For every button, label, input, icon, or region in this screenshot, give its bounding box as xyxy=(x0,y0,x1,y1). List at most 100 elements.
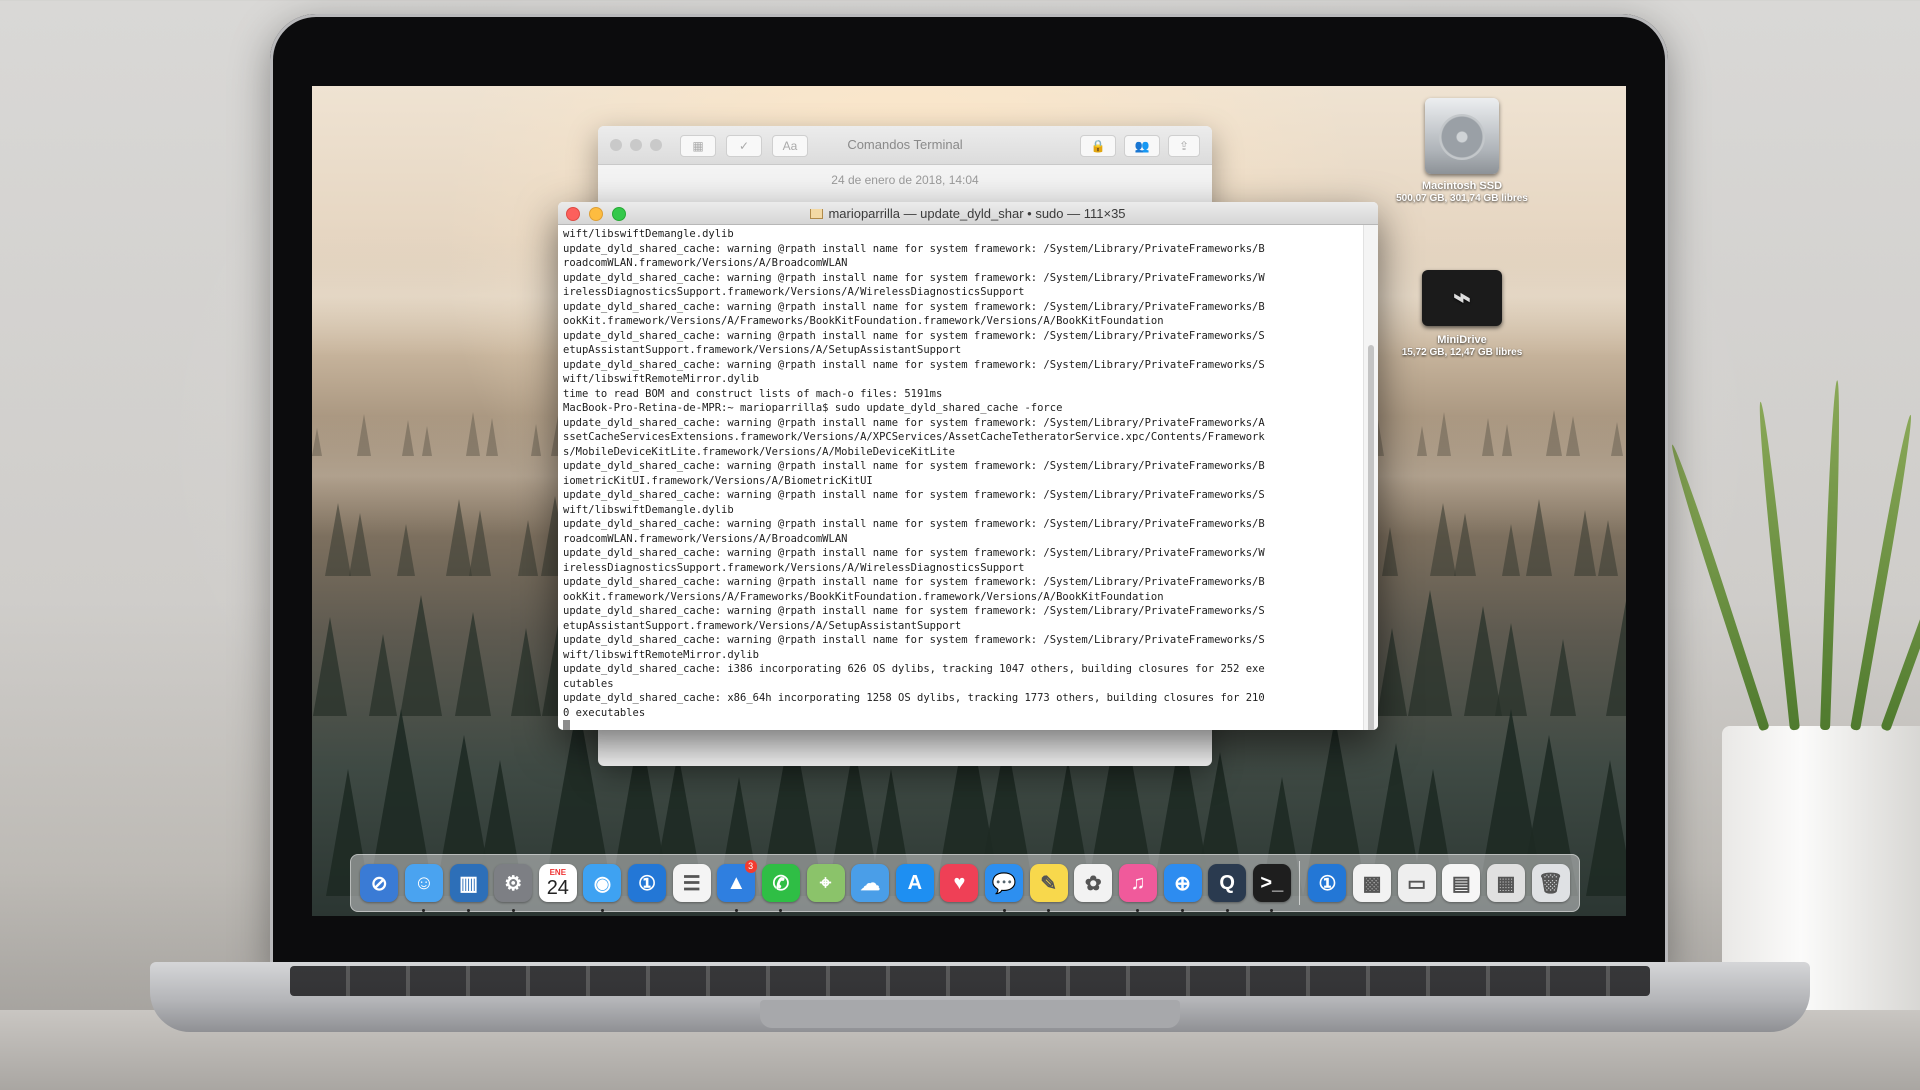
reminders-icon[interactable]: ☰ xyxy=(669,860,714,906)
finder-icon[interactable]: ☺ xyxy=(402,860,447,912)
terminal-line: wift/libswiftRemoteMirror.dylib xyxy=(563,373,759,385)
trash-icon[interactable]: 🗑 xyxy=(1528,860,1573,906)
terminal-line: update_dyld_shared_cache: warning @rpath… xyxy=(563,576,1265,588)
terminal-line: irelessDiagnosticsSupport.framework/Vers… xyxy=(563,561,1025,574)
istat-icon[interactable]: ▥ xyxy=(446,860,491,912)
add-people-button[interactable]: 👥 xyxy=(1124,135,1160,157)
maps-glyph: ⌖ xyxy=(806,864,845,902)
qr-code-icon[interactable]: ▩ xyxy=(1350,860,1395,906)
running-indicator xyxy=(734,909,738,912)
desktop-icon-minidrive[interactable]: ⌁ MiniDrive 15,72 GB, 12,47 GB libres xyxy=(1382,270,1542,358)
quicktime-icon[interactable]: Q xyxy=(1205,860,1250,912)
running-indicator xyxy=(1002,909,1006,912)
terminal-line: update_dyld_shared_cache: warning @rpath… xyxy=(563,271,1265,284)
trash-glyph: 🗑 xyxy=(1531,864,1570,902)
text-cursor xyxy=(563,720,570,730)
running-indicator xyxy=(1047,909,1051,912)
reminders-glyph: ☰ xyxy=(672,864,711,902)
tree xyxy=(399,595,442,716)
spark-mail-icon[interactable]: ▲ 3 xyxy=(714,860,759,912)
app-store-icon[interactable]: A xyxy=(893,860,938,906)
note-date: 24 de enero de 2018, 14:04 xyxy=(831,173,979,187)
terminal-title-text: marioparrilla — update_dyld_shar • sudo … xyxy=(828,206,1126,221)
tweetbot-icon[interactable]: ◉ xyxy=(580,860,625,912)
pocket-icon[interactable]: ♥ xyxy=(937,860,982,906)
1password-glyph: ① xyxy=(628,864,667,902)
desktop-icon-label: Macintosh SSD xyxy=(1421,180,1503,192)
1password-icon[interactable]: ① xyxy=(625,860,670,906)
maps-icon[interactable]: ⌖ xyxy=(803,860,848,906)
terminal-output[interactable]: wift/libswiftDemangle.dylib update_dyld_s… xyxy=(558,225,1364,730)
terminal-icon[interactable]: >_ xyxy=(1250,860,1295,912)
running-indicator xyxy=(1270,909,1274,912)
itunes-glyph: ♫ xyxy=(1118,864,1157,902)
tree xyxy=(531,424,542,456)
notes-titlebar[interactable]: ▦ ✓ Aa Comandos Terminal 🔒 👥 ⇪ xyxy=(598,126,1212,165)
whatsapp-icon[interactable]: ✆ xyxy=(759,860,804,912)
scanner-icon[interactable]: ▭ xyxy=(1394,860,1439,906)
tree xyxy=(348,513,371,576)
icloud-drive-icon[interactable]: ☁ xyxy=(848,860,893,906)
finder-glyph: ☺ xyxy=(404,864,443,902)
scanner-glyph: ▭ xyxy=(1397,864,1436,902)
lock-button[interactable]: 🔒 xyxy=(1080,135,1116,157)
itunes-icon[interactable]: ♫ xyxy=(1116,860,1161,912)
terminal-line: update_dyld_shared_cache: warning @rpath… xyxy=(563,518,1265,530)
notes-icon[interactable]: ✎ xyxy=(1026,860,1071,912)
tree xyxy=(1611,422,1624,456)
terminal-window[interactable]: marioparrilla — update_dyld_shar • sudo … xyxy=(558,202,1378,730)
scrollbar-thumb[interactable] xyxy=(1368,345,1374,730)
terminal-line: update_dyld_shared_cache: warning @rpath… xyxy=(563,242,1265,255)
terminal-line: roadcomWLAN.framework/Versions/A/Broadco… xyxy=(563,257,848,269)
messages-icon[interactable]: 💬 xyxy=(982,860,1027,912)
terminal-line: ssetCacheServicesExtensions.framework/Ve… xyxy=(563,431,1265,443)
terminal-line: wift/libswiftRemoteMirror.dylib xyxy=(563,648,759,661)
running-indicator xyxy=(1181,909,1185,912)
system-preferences-icon[interactable]: ⚙ xyxy=(491,860,536,912)
tree xyxy=(356,414,371,456)
terminal-title: marioparrilla — update_dyld_shar • sudo … xyxy=(558,206,1378,221)
downloads-stack-glyph: ▦ xyxy=(1486,864,1525,902)
terminal-line: roadcomWLAN.framework/Versions/A/Broadco… xyxy=(563,532,848,545)
tree xyxy=(1606,600,1626,716)
tree xyxy=(368,633,397,716)
terminal-titlebar[interactable]: marioparrilla — update_dyld_shar • sudo … xyxy=(558,202,1378,225)
desktop-icon-macintosh-ssd[interactable]: Macintosh SSD 500,07 GB, 301,74 GB libre… xyxy=(1382,98,1542,204)
safari-icon[interactable]: ⊕ xyxy=(1160,860,1205,912)
safari-stopwatch-icon[interactable]: ⊘ xyxy=(357,860,402,906)
tree xyxy=(421,426,432,456)
terminal-line: wift/libswiftDemangle.dylib xyxy=(563,503,734,516)
tree xyxy=(1430,502,1456,576)
running-indicator xyxy=(1136,909,1140,912)
terminal-line: update_dyld_shared_cache: x86_64h incorp… xyxy=(563,692,1265,704)
terminal-line: update_dyld_shared_cache: warning @rpath… xyxy=(563,634,1265,646)
terminal-line: update_dyld_shared_cache: warning @rpath… xyxy=(563,329,1265,342)
terminal-line: update_dyld_shared_cache: warning @rpath… xyxy=(563,605,1265,617)
running-indicator xyxy=(779,909,783,912)
terminal-line: update_dyld_shared_cache: warning @rpath… xyxy=(563,358,1265,371)
tree xyxy=(1481,418,1494,456)
photos-icon[interactable]: ✿ xyxy=(1071,860,1116,906)
terminal-line: update_dyld_shared_cache: warning @rpath… xyxy=(563,460,1265,472)
system-preferences-glyph: ⚙ xyxy=(494,864,533,902)
tree xyxy=(1436,412,1451,456)
share-button[interactable]: ⇪ xyxy=(1168,135,1200,157)
dock: ⊘ ☺ ▥ ⚙ ENE 24 ◉ ① ☰ ▲ 3 ✆ ⌖ ☁ A ♥ 💬 ✎ ✿ ♫ ⊕ Q >_ ① ▩ ▭ ▤ ▦ 🗑 xyxy=(350,854,1580,912)
terminal-line: s/MobileDeviceKitLite.framework/Versions… xyxy=(563,445,955,458)
hard-drive-icon xyxy=(1425,98,1499,174)
tree xyxy=(466,412,481,456)
terminal-line: ookKit.framework/Versions/A/Frameworks/B… xyxy=(563,590,1164,603)
desktop-icon-info: 15,72 GB, 12,47 GB libres xyxy=(1401,347,1523,358)
running-indicator xyxy=(511,909,515,912)
document-icon[interactable]: ▤ xyxy=(1439,860,1484,906)
tree xyxy=(312,428,322,456)
tree xyxy=(1525,499,1552,576)
downloads-stack-icon[interactable]: ▦ xyxy=(1484,860,1529,906)
terminal-line: update_dyld_shared_cache: warning @rpath… xyxy=(563,489,1265,501)
terminal-scrollbar[interactable] xyxy=(1363,225,1378,730)
tree xyxy=(1546,410,1563,456)
calendar-icon[interactable]: ENE 24 xyxy=(536,860,581,906)
notes-glyph: ✎ xyxy=(1029,864,1068,902)
tree xyxy=(1494,622,1527,716)
1password-mini-icon[interactable]: ① xyxy=(1305,860,1350,906)
